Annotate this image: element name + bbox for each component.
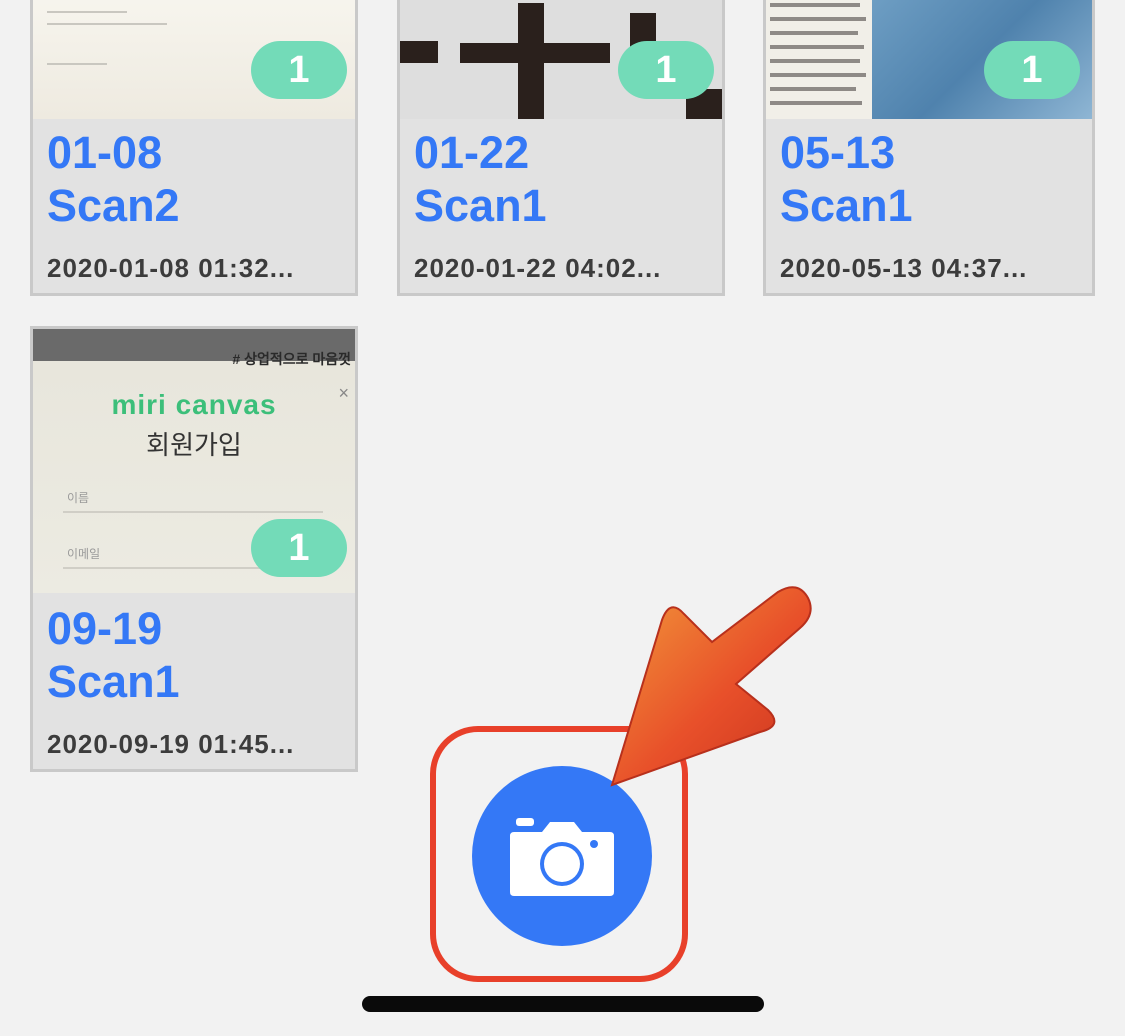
thumb-signup-title: 회원가입: [146, 430, 242, 460]
scan-name-label: Scan2: [47, 180, 180, 231]
scan-card[interactable]: 1 01-22 Scan1 2020-01-22 04:02...: [397, 0, 725, 296]
miri-canvas-logo: miri canvas: [111, 389, 277, 420]
page-count-badge: 1: [618, 41, 714, 99]
scan-date-label: 05-13: [780, 127, 896, 178]
scan-card[interactable]: # 상업적으로 마음껏 × miri canvas 회원가입 이름 이메일 1 …: [30, 326, 358, 772]
scan-name-label: Scan1: [47, 656, 180, 707]
scan-timestamp: 2020-09-19 01:45...: [47, 729, 295, 759]
page-count-badge: 1: [251, 41, 347, 99]
scan-name-label: Scan1: [414, 180, 547, 231]
scan-date-label: 09-19: [47, 603, 163, 654]
page-count-badge: 1: [984, 41, 1080, 99]
scan-timestamp: 2020-01-08 01:32...: [47, 253, 295, 283]
thumb-field-email: 이메일: [67, 547, 101, 561]
page-count-badge: 1: [251, 519, 347, 577]
thumb-field-name: 이름: [67, 491, 90, 505]
camera-icon: [510, 818, 614, 896]
thumb-banner-text: # 상업적으로 마음껏: [232, 351, 351, 367]
home-indicator: [362, 996, 764, 1012]
scan-name-label: Scan1: [780, 180, 913, 231]
scan-timestamp: 2020-01-22 04:02...: [414, 253, 662, 283]
scan-card[interactable]: 1 05-13 Scan1 2020-05-13 04:37...: [763, 0, 1095, 296]
scan-date-label: 01-22: [414, 127, 530, 178]
scan-date-label: 01-08: [47, 127, 163, 178]
scan-timestamp: 2020-05-13 04:37...: [780, 253, 1028, 283]
pointer-arrow-icon: [610, 586, 812, 787]
scan-card[interactable]: 1 01-08 Scan2 2020-01-08 01:32...: [30, 0, 358, 296]
